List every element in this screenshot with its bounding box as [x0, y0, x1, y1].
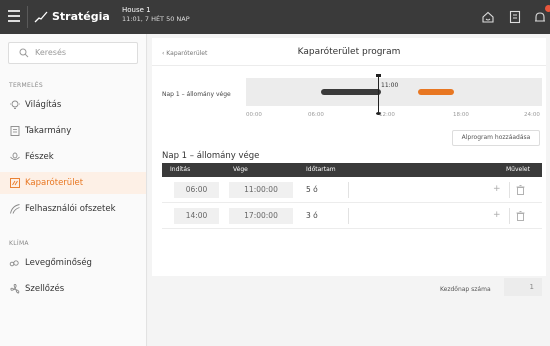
- timeline-label: Nap 1 – állomány vége: [162, 91, 231, 98]
- duration-value: 3 ó: [306, 211, 318, 220]
- period-bar-upcoming[interactable]: [418, 89, 454, 95]
- sidebar-item-scratch-area[interactable]: Kaparóterület: [0, 172, 146, 194]
- sidebar-item-feed[interactable]: Takarmány: [0, 120, 146, 142]
- user-offset-icon: [10, 204, 20, 214]
- hamburger-menu-icon[interactable]: [8, 10, 20, 22]
- ventilation-icon: [10, 283, 20, 294]
- tick-label: 12:00: [379, 112, 395, 118]
- add-row-icon[interactable]: +: [493, 210, 501, 220]
- add-row-icon[interactable]: +: [493, 184, 501, 194]
- column-divider: [348, 208, 349, 224]
- trash-icon[interactable]: [516, 185, 525, 195]
- strategy-logo-icon: [34, 11, 48, 23]
- scratch-area-icon: [10, 178, 20, 188]
- now-marker: [378, 76, 379, 114]
- column-divider: [348, 182, 349, 198]
- page-title: Kaparóterület program: [297, 47, 401, 57]
- column-divider: [509, 182, 510, 198]
- top-bar: Stratégia House 1 11:01, 7 HÉT 50 NAP: [0, 0, 550, 34]
- sidebar-item-air-quality[interactable]: Levegőminőség: [0, 252, 146, 274]
- end-time-field[interactable]: 17:00:00: [229, 208, 293, 224]
- bulb-icon: [10, 100, 20, 109]
- topbar-divider: [27, 6, 28, 28]
- start-time-field[interactable]: 14:00: [174, 208, 219, 224]
- period-bar-active[interactable]: [321, 89, 381, 95]
- column-divider: [509, 208, 510, 224]
- trash-icon[interactable]: [516, 211, 525, 221]
- document-icon[interactable]: [507, 9, 523, 25]
- house-selector[interactable]: House 1 11:01, 7 HÉT 50 NAP: [122, 6, 190, 24]
- home-icon[interactable]: [480, 9, 496, 25]
- column-header: Időtartam: [306, 166, 336, 173]
- search-icon: [19, 48, 29, 58]
- sidebar-item-label: Takarmány: [25, 126, 72, 136]
- end-time-field[interactable]: 11:00:00: [229, 182, 293, 198]
- sidebar-item-label: Szellőzés: [25, 284, 65, 294]
- start-time-field[interactable]: 06:00: [174, 182, 219, 198]
- column-header: Vége: [233, 166, 248, 173]
- search-input[interactable]: Keresés: [8, 42, 138, 64]
- sidebar-item-user-offsets[interactable]: Felhasználói ofszetek: [0, 198, 146, 220]
- table-row: 14:00 17:00:00 3 ó +: [162, 203, 542, 229]
- tick-label: 00:00: [246, 112, 262, 118]
- sidebar-item-label: Fészek: [25, 152, 54, 162]
- sidebar-item-label: Kaparóterület: [25, 178, 84, 188]
- air-quality-icon: [9, 260, 19, 267]
- sidebar-item-label: Levegőminőség: [25, 258, 92, 268]
- now-time-label: 11:00: [381, 82, 399, 89]
- sidebar: Keresés TERMELÉS Világítás Takarmány Fés…: [0, 34, 147, 346]
- column-header: Indítás: [170, 166, 191, 173]
- alarm-badge: [545, 5, 550, 12]
- nest-icon: [10, 152, 20, 160]
- section-climate: KLÍMA: [9, 240, 29, 247]
- column-header: Művelet: [506, 166, 530, 173]
- feed-icon: [10, 126, 20, 136]
- table-header: Indítás Vége Időtartam Művelet: [162, 163, 542, 177]
- tick-label: 24:00: [524, 112, 540, 118]
- tick-label: 06:00: [308, 112, 324, 118]
- sidebar-item-nest[interactable]: Fészek: [0, 146, 146, 168]
- tick-label: 18:00: [453, 112, 469, 118]
- section-title: Nap 1 – állomány vége: [162, 151, 260, 161]
- app-title: Stratégia: [52, 10, 110, 23]
- sidebar-item-label: Világítás: [25, 100, 62, 110]
- house-name: House 1: [122, 6, 151, 14]
- search-placeholder: Keresés: [35, 48, 67, 57]
- sidebar-item-label: Felhasználói ofszetek: [25, 204, 116, 214]
- section-production: TERMELÉS: [9, 82, 43, 89]
- duration-value: 5 ó: [306, 185, 318, 194]
- program-card: ‹ Kaparóterület Kaparóterület program Na…: [152, 38, 546, 276]
- sidebar-item-lighting[interactable]: Világítás: [0, 94, 146, 116]
- add-subprogram-button[interactable]: Alprogram hozzáadása: [452, 130, 540, 146]
- start-day-label: Kezdőnap száma: [440, 286, 491, 293]
- sidebar-item-ventilation[interactable]: Szellőzés: [0, 278, 146, 300]
- table-row: 06:00 11:00:00 5 ó +: [162, 177, 542, 203]
- main-content: ‹ Kaparóterület Kaparóterület program Na…: [148, 34, 550, 346]
- house-info: 11:01, 7 HÉT 50 NAP: [122, 15, 190, 23]
- start-day-input[interactable]: 1: [504, 278, 542, 296]
- header-divider: [152, 65, 546, 66]
